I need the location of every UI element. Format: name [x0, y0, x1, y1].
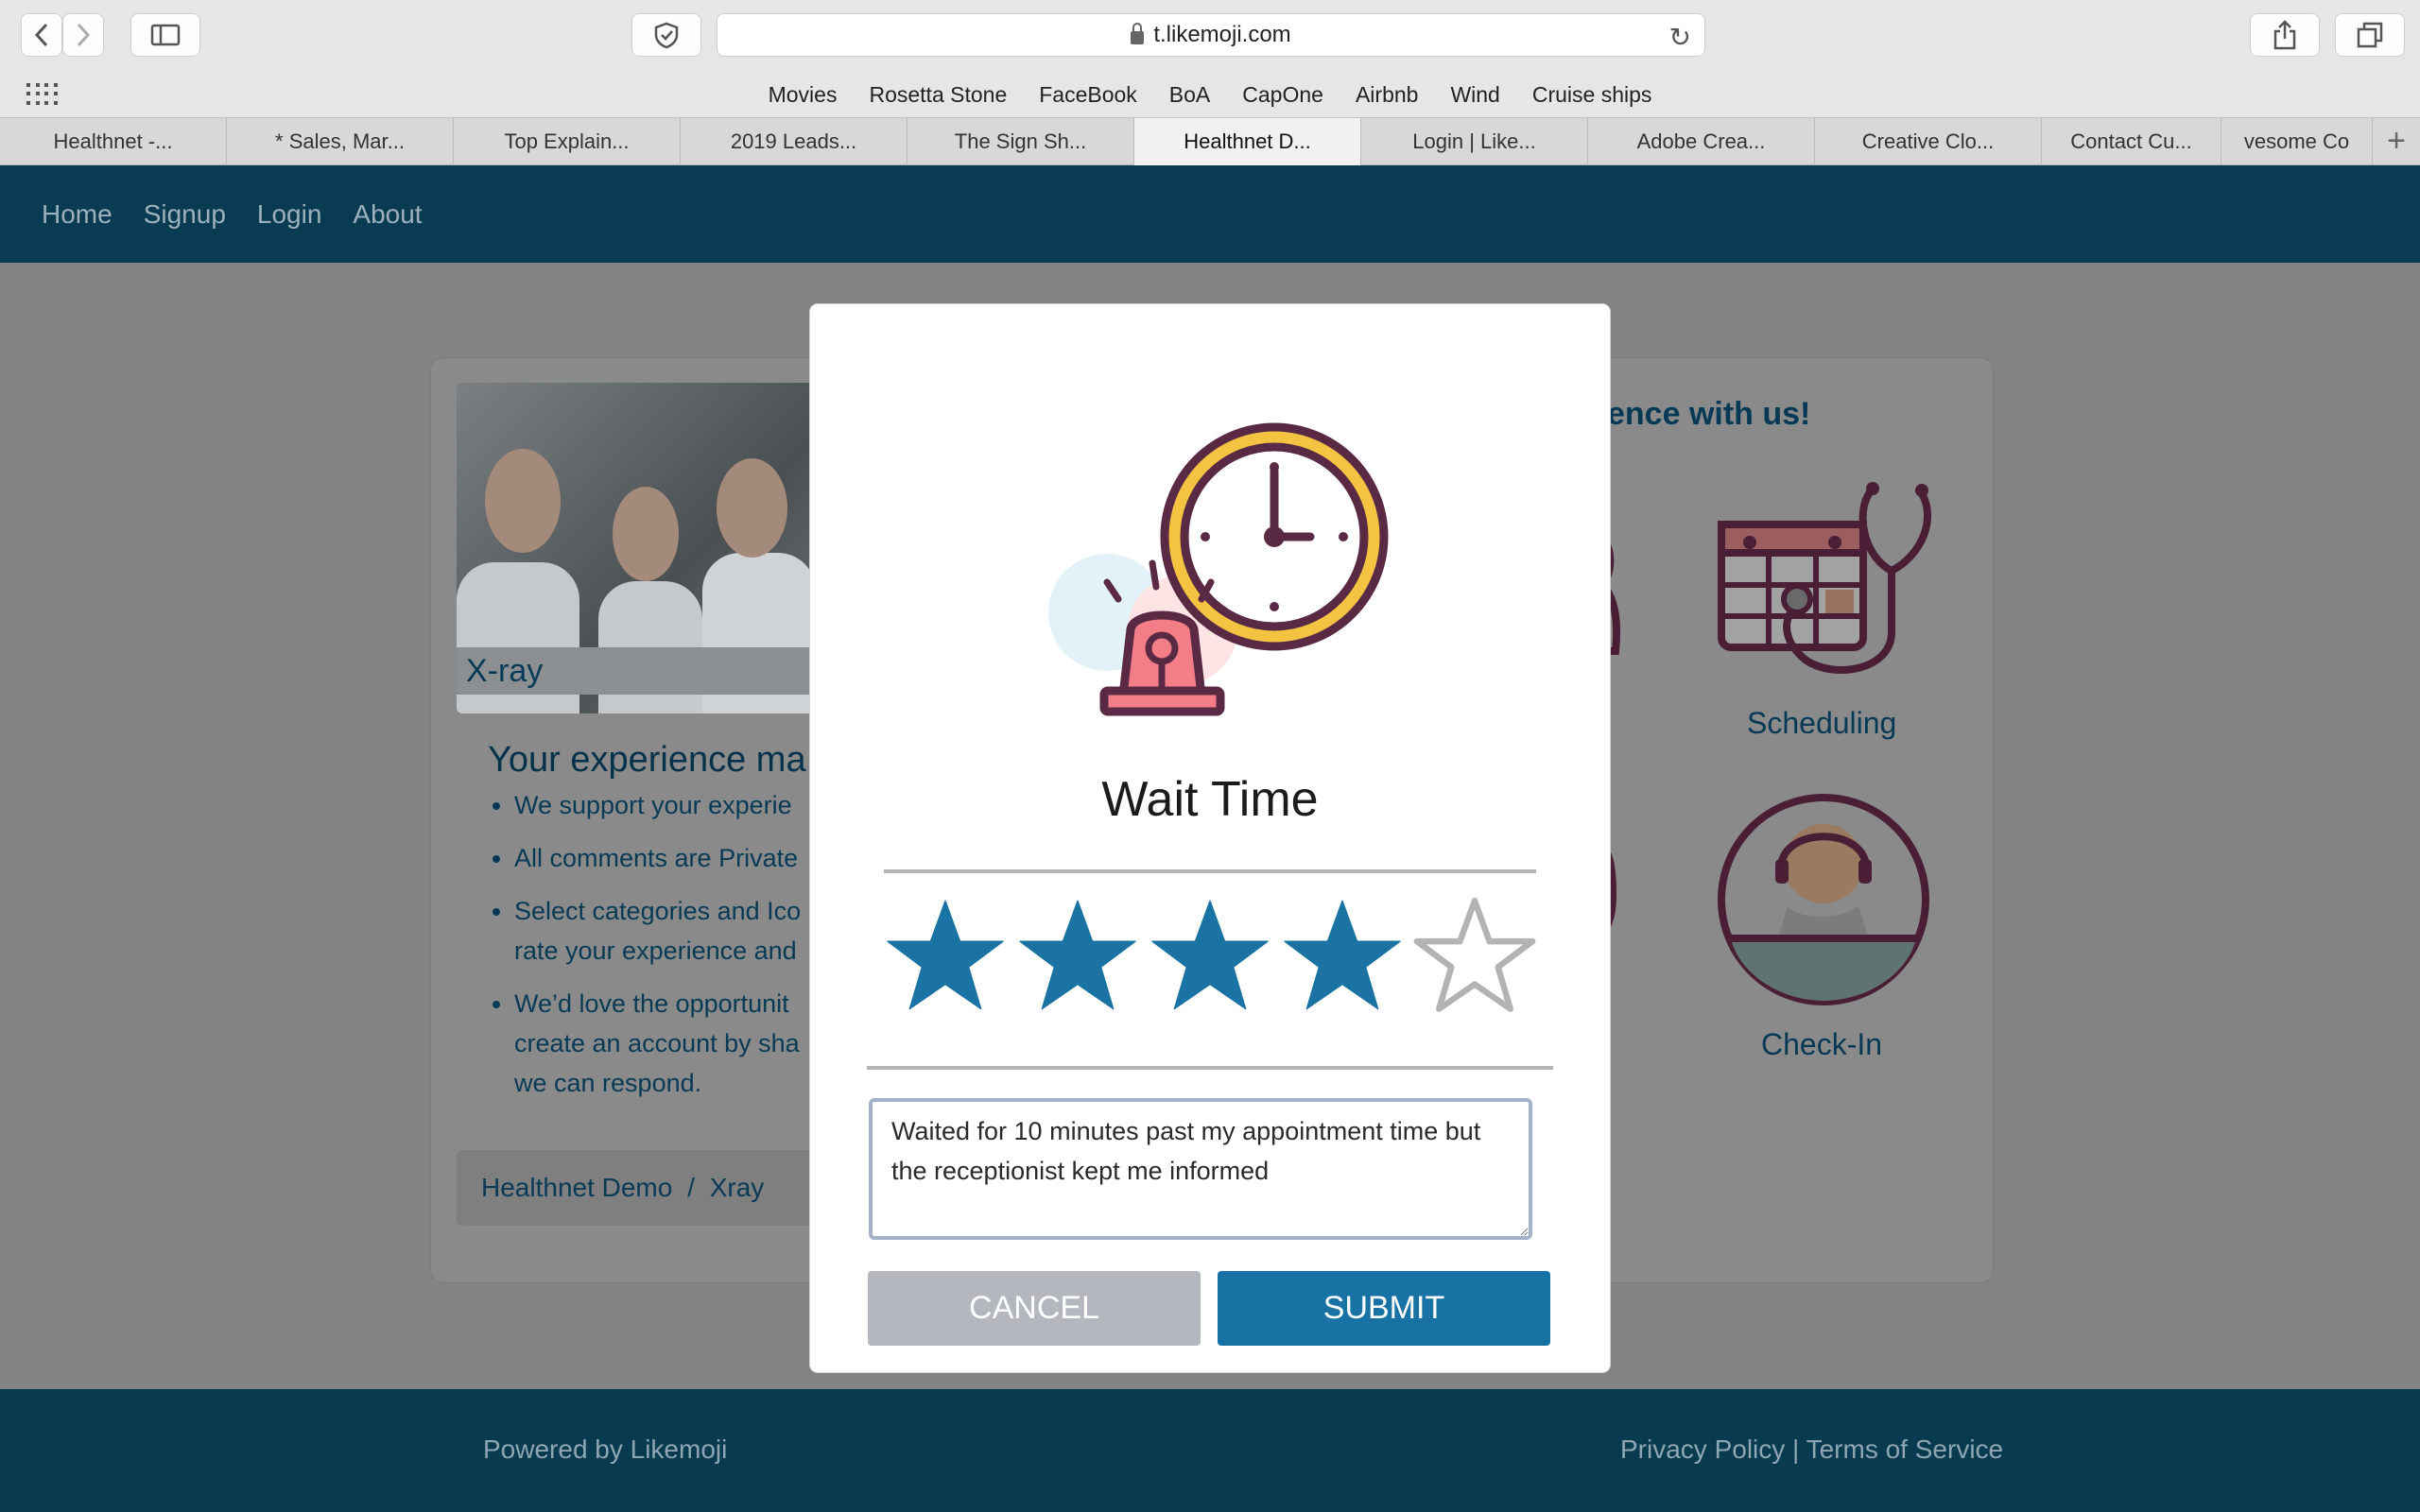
url-text: t.likemoji.com [1153, 22, 1291, 47]
tabs-icon [2357, 22, 2383, 48]
tab-bar: Healthnet -... * Sales, Mar... Top Expla… [0, 117, 2420, 165]
star-filled-icon[interactable] [884, 896, 1007, 1019]
browser-tab[interactable]: The Sign Sh... [908, 118, 1134, 165]
chevron-right-icon [77, 23, 91, 47]
chevron-left-icon [34, 23, 48, 47]
star-filled-icon[interactable] [1016, 896, 1139, 1019]
sidebar-icon [150, 24, 181, 46]
info-bullets: We support your experie All comments are… [486, 785, 801, 1116]
star-empty-icon[interactable] [1413, 896, 1536, 1019]
bookmark-item[interactable]: Cruise ships [1532, 82, 1652, 108]
breadcrumb: Healthnet Demo / Xray [457, 1150, 835, 1226]
bookmark-item[interactable]: FaceBook [1039, 82, 1137, 108]
footer-links: Privacy Policy | Terms of Service [1620, 1435, 2003, 1465]
bullet-item: We support your experie [514, 785, 801, 825]
scheduling-label[interactable]: Scheduling [1747, 706, 1896, 741]
star-rating[interactable] [884, 896, 1536, 1019]
footer-separator: | [1792, 1435, 1800, 1464]
share-title: ence with us! [1607, 396, 1811, 432]
wait-time-alarm-clock-icon [1048, 422, 1389, 716]
new-tab-button[interactable]: + [2373, 118, 2420, 164]
scheduling-icon[interactable] [1712, 481, 1953, 694]
sidebar-toggle-button[interactable] [130, 13, 200, 57]
bookmark-item[interactable]: Rosetta Stone [869, 82, 1007, 108]
nav-signup-link[interactable]: Signup [144, 199, 226, 230]
terms-of-service-link[interactable]: Terms of Service [1806, 1435, 2004, 1464]
page-footer: Powered by Likemoji Privacy Policy | Ter… [0, 1389, 2420, 1512]
bullet-item: All comments are Private [514, 838, 801, 878]
browser-tab[interactable]: Contact Cu... [2042, 118, 2221, 165]
check-in-label[interactable]: Check-In [1761, 1027, 1882, 1062]
breadcrumb-separator: / [687, 1173, 695, 1202]
privacy-policy-link[interactable]: Privacy Policy [1620, 1435, 1785, 1464]
share-button[interactable] [2250, 13, 2320, 57]
bullet-item: We’d love the opportunitcreate an accoun… [514, 984, 801, 1103]
comment-textarea[interactable]: Waited for 10 minutes past my appointmen… [869, 1098, 1532, 1240]
xray-photo: X-ray [457, 383, 816, 713]
divider [867, 1066, 1553, 1070]
site-navbar: Home Signup Login About [0, 165, 2420, 263]
nav-login-link[interactable]: Login [257, 199, 322, 230]
bookmarks-bar: Movies Rosetta Stone FaceBook BoA CapOne… [0, 72, 2420, 117]
submit-button[interactable]: SUBMIT [1218, 1271, 1550, 1346]
check-in-icon[interactable] [1717, 793, 1930, 1006]
powered-by-text: Powered by Likemoji [483, 1435, 728, 1464]
rating-modal: Wait Time Waited for 10 minutes past my … [810, 304, 1610, 1372]
bookmark-item[interactable]: Wind [1450, 82, 1499, 108]
bookmark-item[interactable]: Airbnb [1356, 82, 1418, 108]
browser-tab[interactable]: * Sales, Mar... [227, 118, 454, 165]
star-filled-icon[interactable] [1281, 896, 1404, 1019]
share-icon [2273, 20, 2296, 50]
browser-tab[interactable]: Creative Clo... [1815, 118, 2042, 165]
star-filled-icon[interactable] [1149, 896, 1271, 1019]
browser-tab[interactable]: 2019 Leads... [681, 118, 908, 165]
divider [884, 869, 1536, 873]
lock-icon [1131, 23, 1145, 44]
photo-caption: X-ray [457, 647, 816, 695]
tabs-overview-button[interactable] [2335, 13, 2405, 57]
breadcrumb-current[interactable]: Xray [710, 1173, 765, 1202]
bullet-item: Select categories and Icorate your exper… [514, 891, 801, 971]
forward-button[interactable] [62, 13, 104, 57]
nav-home-link[interactable]: Home [42, 199, 112, 230]
address-bar[interactable]: t.likemoji.com ↻ [717, 13, 1705, 57]
bookmark-item[interactable]: BoA [1169, 82, 1210, 108]
shield-icon [654, 22, 679, 49]
browser-tab[interactable]: Login | Like... [1361, 118, 1588, 165]
cancel-button[interactable]: CANCEL [868, 1271, 1201, 1346]
bookmark-item[interactable]: CapOne [1242, 82, 1323, 108]
privacy-shield-button[interactable] [631, 13, 701, 57]
browser-tab[interactable]: Healthnet -... [0, 118, 227, 165]
browser-tab[interactable]: Adobe Crea... [1588, 118, 1815, 165]
nav-about-link[interactable]: About [353, 199, 422, 230]
breadcrumb-root[interactable]: Healthnet Demo [481, 1173, 672, 1202]
modal-title: Wait Time [1101, 772, 1319, 827]
bookmark-item[interactable]: Movies [769, 82, 838, 108]
reload-icon[interactable]: ↻ [1669, 22, 1691, 53]
back-button[interactable] [21, 13, 62, 57]
browser-tab-active[interactable]: Healthnet D... [1134, 118, 1361, 165]
browser-toolbar: t.likemoji.com ↻ [0, 0, 2420, 72]
browser-tab[interactable]: vesome Co [2221, 118, 2373, 165]
browser-tab[interactable]: Top Explain... [454, 118, 681, 165]
experience-title: Your experience ma [488, 740, 806, 780]
